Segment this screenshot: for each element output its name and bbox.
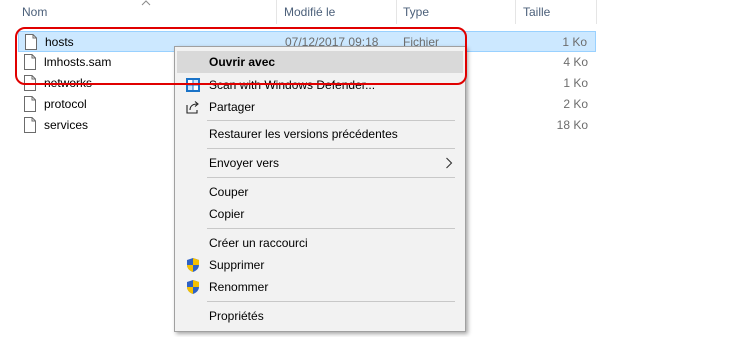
file-name: hosts bbox=[45, 35, 74, 49]
file-name: protocol bbox=[44, 97, 87, 111]
context-menu: Ouvrir avec Scan with Windows Defender..… bbox=[174, 46, 466, 332]
chevron-right-icon bbox=[446, 157, 453, 169]
menu-item-delete[interactable]: Supprimer bbox=[177, 254, 463, 276]
file-name: services bbox=[44, 118, 89, 132]
uac-shield-icon bbox=[187, 258, 199, 272]
menu-item-label: Restaurer les versions précédentes bbox=[209, 127, 398, 141]
menu-item-scan-defender[interactable]: Scan with Windows Defender... bbox=[177, 74, 463, 96]
file-size: 2 Ko bbox=[563, 97, 588, 111]
column-divider[interactable] bbox=[596, 0, 597, 24]
menu-item-label: Renommer bbox=[209, 280, 269, 294]
windows-defender-icon bbox=[186, 78, 200, 92]
file-size: 1 Ko bbox=[563, 76, 588, 90]
file-size: 1 Ko bbox=[562, 35, 587, 49]
menu-item-label: Couper bbox=[209, 185, 249, 199]
menu-item-create-shortcut[interactable]: Créer un raccourci bbox=[177, 232, 463, 254]
file-size: 4 Ko bbox=[563, 55, 588, 69]
share-icon bbox=[186, 101, 199, 114]
file-icon bbox=[24, 117, 36, 133]
menu-item-restore-versions[interactable]: Restaurer les versions précédentes bbox=[177, 123, 463, 145]
file-icon bbox=[24, 54, 36, 70]
menu-item-rename[interactable]: Renommer bbox=[177, 276, 463, 298]
menu-item-label: Propriétés bbox=[209, 309, 264, 323]
column-divider[interactable] bbox=[396, 0, 397, 24]
menu-separator bbox=[207, 120, 455, 121]
menu-item-label: Supprimer bbox=[209, 258, 265, 272]
menu-item-send-to[interactable]: Envoyer vers bbox=[177, 152, 463, 174]
menu-item-label: Créer un raccourci bbox=[209, 236, 308, 250]
uac-shield-icon bbox=[187, 280, 199, 294]
menu-separator bbox=[207, 177, 455, 178]
column-divider[interactable] bbox=[276, 0, 277, 24]
menu-separator bbox=[207, 301, 455, 302]
menu-item-properties[interactable]: Propriétés bbox=[177, 305, 463, 327]
file-icon bbox=[24, 75, 36, 91]
file-name: lmhosts.sam bbox=[44, 55, 112, 69]
menu-item-share[interactable]: Partager bbox=[177, 96, 463, 118]
file-icon bbox=[24, 96, 36, 112]
menu-item-label: Ouvrir avec bbox=[209, 55, 276, 69]
file-icon bbox=[25, 34, 37, 50]
menu-item-label: Copier bbox=[209, 207, 245, 221]
file-name: networks bbox=[44, 76, 93, 90]
column-header-modified[interactable]: Modifié le bbox=[284, 0, 335, 24]
menu-item-label: Envoyer vers bbox=[209, 156, 280, 170]
sort-ascending-icon bbox=[141, 0, 151, 6]
menu-item-cut[interactable]: Couper bbox=[177, 181, 463, 203]
menu-item-copy[interactable]: Copier bbox=[177, 203, 463, 225]
menu-separator bbox=[207, 148, 455, 149]
column-header-size[interactable]: Taille bbox=[523, 0, 550, 24]
menu-separator bbox=[207, 228, 455, 229]
file-size: 18 Ko bbox=[556, 118, 588, 132]
column-header-type[interactable]: Type bbox=[403, 0, 429, 24]
menu-item-label: Scan with Windows Defender... bbox=[209, 78, 376, 92]
column-header-name[interactable]: Nom bbox=[22, 0, 47, 24]
menu-item-open-with[interactable]: Ouvrir avec bbox=[177, 51, 463, 73]
column-divider[interactable] bbox=[515, 0, 516, 24]
menu-item-label: Partager bbox=[209, 100, 256, 114]
